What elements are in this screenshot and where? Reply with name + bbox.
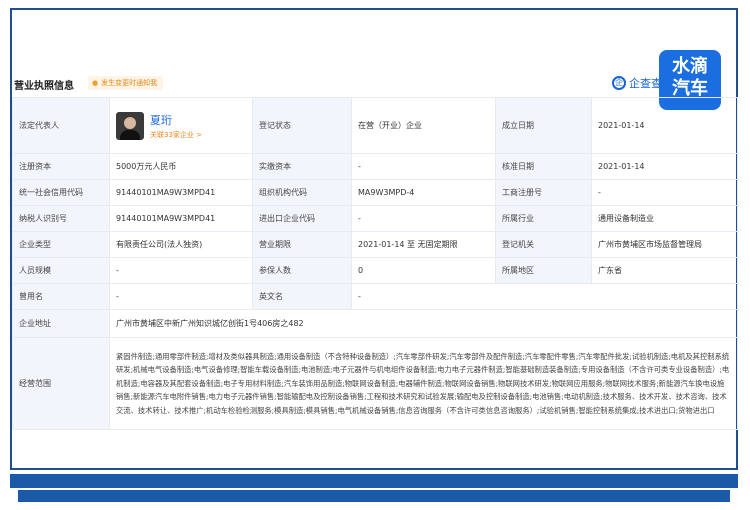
bell-icon: ●: [92, 79, 99, 87]
biz-reg-value: -: [591, 179, 738, 206]
org-code-label: 组织机构代码: [252, 179, 352, 206]
change-notify-label: 发生变更时通知我: [101, 79, 158, 87]
industry-value: 通用设备制造业: [591, 205, 738, 232]
credit-code-label: 统一社会信用代码: [12, 179, 110, 206]
qcc-brand-text: 企查查: [629, 77, 662, 90]
capital-value: 5000万元人民币: [109, 153, 253, 180]
avatar: [116, 111, 144, 140]
table-row: 注册资本 5000万元人民币 实缴资本 - 核准日期 2021-01-14: [12, 153, 738, 180]
bottom-band-lower: [18, 490, 730, 502]
insured-label: 参保人数: [252, 257, 352, 284]
reg-status-label: 登记状态: [252, 97, 352, 154]
taxpayer-value: 91440101MA9W3MPD41: [109, 205, 253, 232]
change-notify-button[interactable]: ● 发生变更时通知我: [88, 76, 164, 90]
address-value: 广州市黄埔区中新广州知识城亿创街1号406房之482: [109, 309, 738, 338]
staff-label: 人员规模: [12, 257, 110, 284]
table-row: 统一社会信用代码 91440101MA9W3MPD41 组织机构代码 MA9W3…: [12, 179, 738, 206]
former-name-label: 曾用名: [12, 283, 110, 310]
legal-rep-cell: 夏珩 关联33家企业 >: [109, 97, 253, 154]
section-title: 营业执照信息: [14, 81, 74, 92]
credit-code-value: 91440101MA9W3MPD41: [109, 179, 253, 206]
paid-capital-value: -: [351, 153, 496, 180]
table-row: 经营范围 紧固件制造;通用零部件制造;增材及类似器具制造;通用设备制造（不含特种…: [12, 337, 738, 430]
former-name-value: -: [109, 283, 253, 310]
license-info-table: 法定代表人 夏珩 关联33家企业 > 登记状态 在营（开业）企业 成立日期 20…: [12, 97, 738, 430]
est-date-value: 2021-01-14: [591, 97, 738, 154]
related-companies-link[interactable]: 关联33家企业 >: [150, 130, 202, 140]
region-value: 广东省: [591, 257, 738, 284]
term-label: 营业期限: [252, 231, 352, 258]
approve-date-label: 核准日期: [495, 153, 592, 180]
authority-label: 登记机关: [495, 231, 592, 258]
address-label: 企业地址: [12, 309, 110, 338]
region-label: 所属地区: [495, 257, 592, 284]
staff-value: -: [109, 257, 253, 284]
approve-date-value: 2021-01-14: [591, 153, 738, 180]
type-label: 企业类型: [12, 231, 110, 258]
est-date-label: 成立日期: [495, 97, 592, 154]
paid-capital-label: 实缴资本: [252, 153, 352, 180]
legal-rep-name-link[interactable]: 夏珩: [150, 112, 202, 128]
import-code-label: 进出口企业代码: [252, 205, 352, 232]
taxpayer-label: 纳税人识别号: [12, 205, 110, 232]
reg-status-value: 在营（开业）企业: [351, 97, 496, 154]
table-row: 曾用名 - 英文名 -: [12, 283, 738, 310]
table-row: 法定代表人 夏珩 关联33家企业 > 登记状态 在营（开业）企业 成立日期 20…: [12, 97, 738, 154]
industry-label: 所属行业: [495, 205, 592, 232]
table-row: 企业类型 有限责任公司(法人独资) 营业期限 2021-01-14 至 无固定期…: [12, 231, 738, 258]
authority-value: 广州市黄埔区市场监督管理局: [591, 231, 738, 258]
section-header: 营业执照信息 ● 发生变更时通知我 企 企查查: [12, 70, 738, 96]
insured-value: 0: [351, 257, 496, 284]
org-code-value: MA9W3MPD-4: [351, 179, 496, 206]
table-row: 人员规模 - 参保人数 0 所属地区 广东省: [12, 257, 738, 284]
scope-label: 经营范围: [12, 337, 110, 430]
capital-label: 注册资本: [12, 153, 110, 180]
biz-reg-label: 工商注册号: [495, 179, 592, 206]
table-row: 企业地址 广州市黄埔区中新广州知识城亿创街1号406房之482: [12, 309, 738, 338]
qcc-logo: 企 企查查: [612, 74, 662, 92]
english-name-value: -: [351, 283, 738, 310]
qcc-logo-icon: 企: [612, 76, 626, 90]
term-value: 2021-01-14 至 无固定期限: [351, 231, 496, 258]
english-name-label: 英文名: [252, 283, 352, 310]
watermark-line1: 水滴: [672, 56, 708, 77]
business-scope-value: 紧固件制造;通用零部件制造;增材及类似器具制造;通用设备制造（不含特种设备制造）…: [109, 337, 738, 430]
table-row: 纳税人识别号 91440101MA9W3MPD41 进出口企业代码 - 所属行业…: [12, 205, 738, 232]
type-value: 有限责任公司(法人独资): [109, 231, 253, 258]
legal-rep-label: 法定代表人: [12, 97, 110, 154]
import-code-value: -: [351, 205, 496, 232]
bottom-band: [10, 474, 738, 488]
